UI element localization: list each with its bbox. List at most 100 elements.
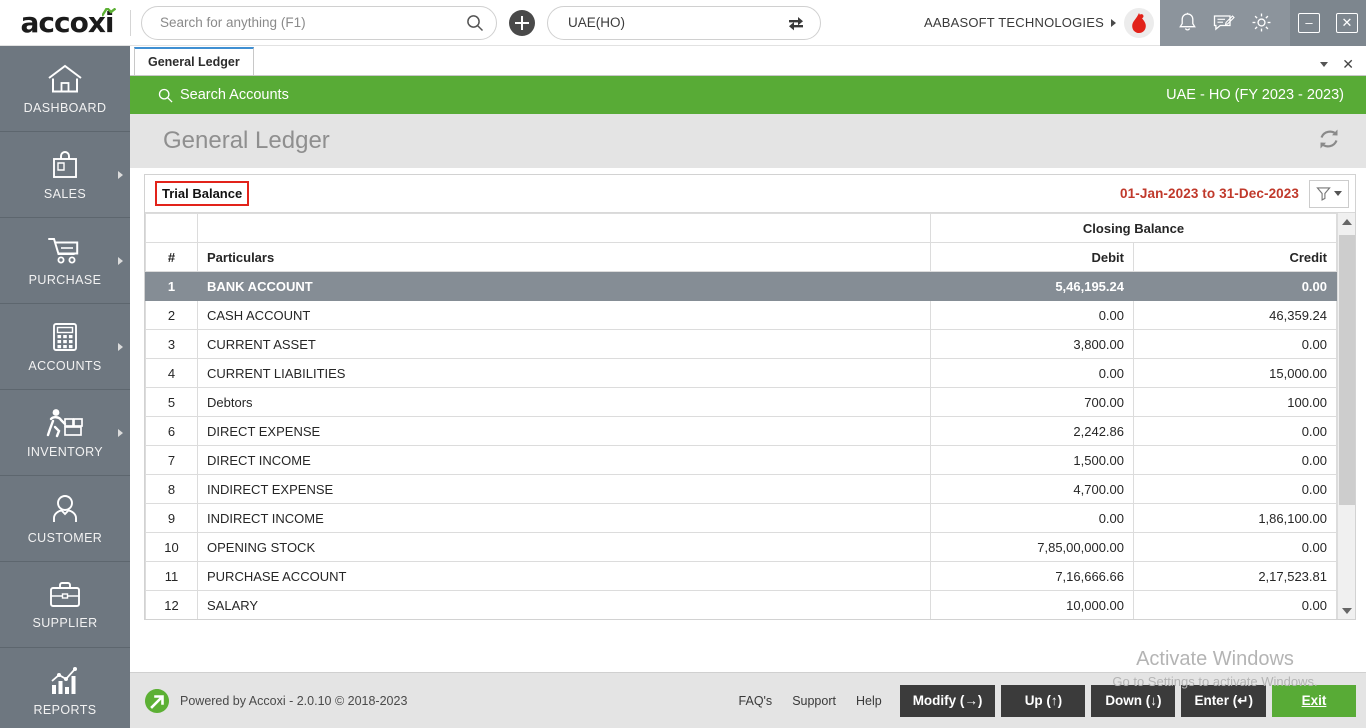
switch-branch-icon[interactable]	[786, 14, 806, 32]
table-row[interactable]: 11 PURCHASE ACCOUNT 7,16,666.66 2,17,523.81	[145, 561, 1337, 591]
page-header: General Ledger	[130, 114, 1366, 168]
avatar[interactable]	[1124, 7, 1154, 38]
chevron-down-icon[interactable]	[1320, 61, 1329, 67]
chevron-right-icon[interactable]	[1111, 18, 1116, 27]
table-row[interactable]: 1 BANK ACCOUNT 5,46,195.24 0.00	[145, 271, 1337, 301]
chevron-down-icon	[1334, 191, 1342, 196]
add-new-button[interactable]	[509, 9, 535, 36]
table-row[interactable]: 8 INDIRECT EXPENSE 4,700.00 0.00	[145, 474, 1337, 504]
app-logo-text: accoxi	[20, 6, 115, 39]
cell-particulars: DIRECT INCOME	[197, 445, 931, 475]
scroll-down-button[interactable]	[1338, 602, 1355, 619]
triangle-down-icon	[1342, 607, 1352, 614]
gear-icon[interactable]	[1251, 12, 1272, 33]
message-icon[interactable]	[1213, 13, 1235, 33]
header-number[interactable]: #	[145, 242, 198, 272]
sidebar: DASHBOARD SALES PURCHASE ACCOUNTS INVENT…	[0, 46, 130, 728]
bar-chart-icon	[51, 666, 77, 694]
footer-link-support[interactable]: Support	[792, 694, 836, 708]
search-input[interactable]	[160, 15, 466, 30]
logo-check-icon	[102, 7, 116, 17]
table-row[interactable]: 5 Debtors 700.00 100.00	[145, 387, 1337, 417]
sidebar-item-supplier[interactable]: SUPPLIER	[0, 562, 130, 648]
cell-number: 6	[145, 416, 198, 446]
search-icon	[158, 88, 173, 103]
table-row[interactable]: 6 DIRECT EXPENSE 2,242.86 0.00	[145, 416, 1337, 446]
trial-balance-table-wrapper: Closing Balance # Particulars Debit Cred…	[145, 213, 1355, 619]
report-name-badge[interactable]: Trial Balance	[155, 181, 250, 206]
header-particulars[interactable]: Particulars	[197, 242, 931, 272]
sidebar-item-label: INVENTORY	[26, 444, 104, 459]
table-row[interactable]: 7 DIRECT INCOME 1,500.00 0.00	[145, 445, 1337, 475]
search-accounts-button[interactable]: Search Accounts	[158, 87, 289, 103]
refresh-icon	[1320, 129, 1338, 148]
table-row[interactable]: 3 CURRENT ASSET 3,800.00 0.00	[145, 329, 1337, 359]
cell-credit: 46,359.24	[1133, 300, 1337, 330]
content-area: General Ledger ✕ Search Accounts UAE - H…	[130, 46, 1366, 728]
tab-general-ledger[interactable]: General Ledger	[134, 47, 254, 75]
table-row[interactable]: 2 CASH ACCOUNT 0.00 46,359.24	[145, 300, 1337, 330]
vertical-scrollbar[interactable]	[1337, 213, 1355, 619]
cell-number: 4	[145, 358, 198, 388]
branch-selector[interactable]: UAE(HO)	[547, 5, 821, 40]
window-controls: – ✕	[1290, 0, 1366, 46]
scrollbar-thumb[interactable]	[1339, 235, 1355, 505]
cell-credit: 0.00	[1133, 416, 1337, 446]
cell-number: 11	[145, 561, 198, 591]
scroll-up-button[interactable]	[1338, 213, 1355, 230]
cell-debit: 10,000.00	[930, 590, 1134, 619]
table-row[interactable]: 9 INDIRECT INCOME 0.00 1,86,100.00	[145, 503, 1337, 533]
blank-header-2	[197, 213, 931, 243]
chevron-right-icon	[118, 256, 123, 265]
filter-button[interactable]	[1309, 179, 1349, 208]
global-search[interactable]	[141, 5, 497, 40]
cell-debit: 0.00	[930, 503, 1134, 533]
sidebar-item-sales[interactable]: SALES	[0, 132, 130, 218]
shopping-cart-icon	[48, 237, 79, 263]
application-window: accoxi UAE(HO) AABASOFT TECHNOLOGIES	[0, 0, 1366, 728]
table-row[interactable]: 4 CURRENT LIABILITIES 0.00 15,000.00	[145, 358, 1337, 388]
app-logo: accoxi	[0, 0, 130, 46]
header-credit[interactable]: Credit	[1133, 242, 1337, 272]
calculator-icon	[53, 322, 77, 351]
sidebar-item-label: CUSTOMER	[27, 530, 103, 545]
report-panel: Trial Balance 01-Jan-2023 to 31-Dec-2023	[144, 174, 1356, 620]
close-tab-icon[interactable]: ✕	[1342, 57, 1354, 71]
company-area[interactable]: AABASOFT TECHNOLOGIES	[924, 0, 1160, 46]
up-button[interactable]: Up (↑)	[1001, 684, 1086, 717]
tab-bar: General Ledger ✕	[130, 46, 1366, 76]
table-group-header-row: Closing Balance	[145, 213, 1337, 243]
cell-particulars: BANK ACCOUNT	[197, 271, 931, 301]
filter-icon	[1316, 187, 1331, 201]
sidebar-item-accounts[interactable]: ACCOUNTS	[0, 304, 130, 390]
enter-button[interactable]: Enter (↵)	[1181, 684, 1266, 717]
down-button[interactable]: Down (↓)	[1091, 684, 1176, 717]
financial-year-info: UAE - HO (FY 2023 - 2023)	[1166, 87, 1344, 103]
footer-link-help[interactable]: Help	[856, 694, 882, 708]
close-button[interactable]: ✕	[1336, 12, 1358, 33]
table-body: 1 BANK ACCOUNT 5,46,195.24 0.00 2 CASH ACCOUN…	[145, 271, 1337, 619]
sidebar-item-reports[interactable]: REPORTS	[0, 648, 130, 728]
powered-by-text: Powered by Accoxi - 2.0.10 © 2018-2023	[180, 693, 408, 708]
chevron-right-icon	[118, 170, 123, 179]
bell-icon[interactable]	[1178, 12, 1197, 33]
refresh-button[interactable]	[1314, 124, 1344, 159]
modify-button[interactable]: Modify (→)	[899, 684, 996, 717]
cell-credit: 0.00	[1133, 329, 1337, 359]
table-row[interactable]: 10 OPENING STOCK 7,85,00,000.00 0.00	[145, 532, 1337, 562]
minimize-button[interactable]: –	[1298, 12, 1320, 33]
sidebar-item-purchase[interactable]: PURCHASE	[0, 218, 130, 304]
trial-balance-table: Closing Balance # Particulars Debit Cred…	[145, 213, 1337, 619]
header-debit[interactable]: Debit	[930, 242, 1134, 272]
sidebar-item-inventory[interactable]: INVENTORY	[0, 390, 130, 476]
sidebar-item-customer[interactable]: CUSTOMER	[0, 476, 130, 562]
branch-value: UAE(HO)	[568, 15, 625, 30]
cell-debit: 2,242.86	[930, 416, 1134, 446]
sidebar-item-dashboard[interactable]: DASHBOARD	[0, 46, 130, 132]
footer-link-faqs[interactable]: FAQ's	[739, 694, 773, 708]
cell-credit: 100.00	[1133, 387, 1337, 417]
table-row[interactable]: 12 SALARY 10,000.00 0.00	[145, 590, 1337, 619]
page-title: General Ledger	[163, 127, 330, 154]
exit-button[interactable]: Exit	[1272, 684, 1356, 717]
search-icon[interactable]	[466, 14, 484, 32]
